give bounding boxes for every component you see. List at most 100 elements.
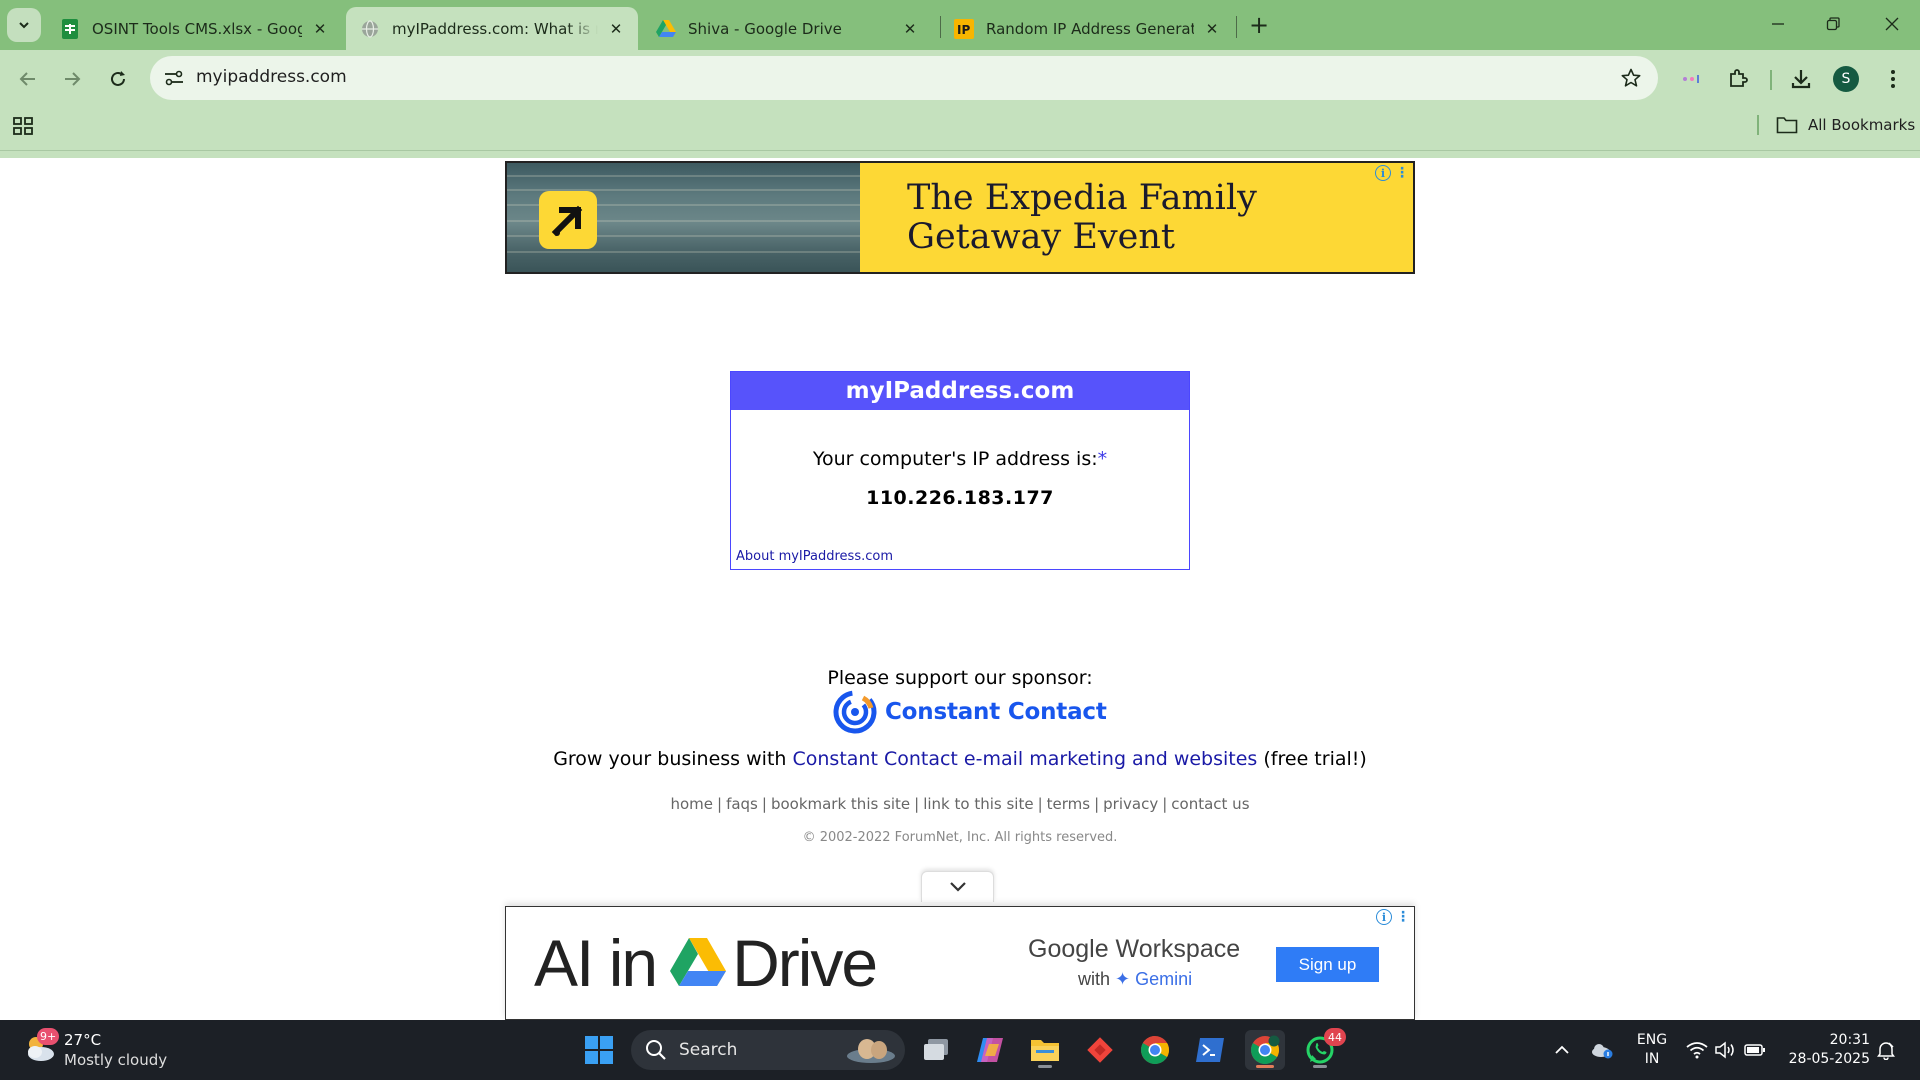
tab-random-ip-generator[interactable]: IP Random IP Address Generator, ✕ (940, 7, 1234, 50)
ad-headline-suffix: Drive (732, 926, 878, 1000)
language-code: ENG (1636, 1032, 1668, 1048)
footer-separator: | (1162, 795, 1168, 813)
file-explorer-app[interactable] (1025, 1030, 1065, 1070)
apps-grid-icon[interactable] (12, 114, 36, 138)
input-language[interactable]: ENG IN (1634, 1031, 1670, 1069)
tab-google-drive[interactable]: Shiva - Google Drive ✕ (642, 7, 932, 50)
footer-link-terms[interactable]: terms (1047, 795, 1090, 813)
footer-link-bookmark[interactable]: bookmark this site (771, 795, 910, 813)
sign-up-button[interactable]: Sign up (1276, 947, 1379, 982)
downloads-icon[interactable] (1786, 64, 1816, 94)
sponsor-label: Please support our sponsor: (827, 667, 1093, 689)
tab-title: myIPaddress.com: What is my IP (392, 19, 598, 38)
footer-link-privacy[interactable]: privacy (1103, 795, 1158, 813)
chrome-profile-app[interactable] (1245, 1030, 1285, 1070)
close-icon[interactable]: ✕ (1202, 19, 1222, 39)
chrome-app[interactable] (1135, 1030, 1175, 1070)
constant-contact-wordmark: Constant Contact (885, 699, 1107, 725)
footer-link-link-to-site[interactable]: link to this site (923, 795, 1033, 813)
ad-choices[interactable]: i ⋮ (1376, 909, 1410, 925)
wifi-icon[interactable] (1685, 1038, 1709, 1062)
back-button[interactable] (13, 64, 43, 94)
system-clock[interactable]: 20:31 28-05-2025 (1782, 1031, 1870, 1069)
google-drive-icon (670, 938, 727, 986)
close-icon[interactable]: ✕ (900, 19, 920, 39)
ip-label: Your computer's IP address is:* (731, 448, 1189, 470)
onedrive-icon[interactable] (1590, 1038, 1614, 1062)
about-link[interactable]: About myIPaddress.com (736, 549, 893, 564)
browser-menu-icon[interactable] (1878, 64, 1908, 94)
anydesk-app[interactable] (1080, 1030, 1120, 1070)
ip-footnote-link[interactable]: * (1098, 448, 1108, 470)
restore-button[interactable] (1813, 8, 1853, 40)
toolbar-separator (1770, 70, 1772, 90)
site-info-icon[interactable] (160, 64, 188, 92)
ip-address-value: 110.226.183.177 (866, 487, 1054, 509)
footer-link-contact[interactable]: contact us (1171, 795, 1249, 813)
task-view-button[interactable] (916, 1030, 956, 1070)
ip-address-box: myIPaddress.com Your computer's IP addre… (730, 371, 1190, 570)
notifications-icon[interactable] (1874, 1038, 1898, 1062)
ad-with-label: with (1078, 969, 1111, 989)
tab-search-button[interactable] (7, 8, 41, 42)
footer-link-home[interactable]: home (670, 795, 713, 813)
chrome-icon (1251, 1035, 1280, 1064)
more-vertical-icon[interactable]: ⋮ (1395, 166, 1409, 180)
whatsapp-app[interactable]: 44 (1300, 1028, 1346, 1070)
tab-title: OSINT Tools CMS.xlsx - Google (92, 19, 302, 38)
constant-contact-link[interactable]: Constant Contact e-mail marketing and we… (792, 748, 1257, 770)
chevron-up-icon[interactable] (1550, 1038, 1574, 1062)
battery-icon[interactable] (1743, 1038, 1767, 1062)
extension-pin-icon[interactable] (1677, 64, 1707, 94)
google-drive-icon (656, 19, 676, 39)
weather-temperature[interactable]: 27°C (64, 1031, 101, 1049)
info-icon[interactable]: i (1375, 165, 1391, 181)
constant-contact-logo[interactable]: Constant Contact (833, 690, 1107, 734)
tab-osint-sheet[interactable]: OSINT Tools CMS.xlsx - Google ✕ (46, 7, 342, 50)
ad-choices[interactable]: i ⋮ (1375, 165, 1409, 181)
volume-icon[interactable] (1713, 1038, 1737, 1062)
close-icon[interactable]: ✕ (310, 19, 330, 39)
info-icon[interactable]: i (1376, 909, 1392, 925)
tab-myipaddress[interactable]: myIPaddress.com: What is my IP ✕ (346, 7, 638, 50)
taskbar-search[interactable]: Search (631, 1030, 905, 1070)
minimize-button[interactable] (1758, 8, 1798, 40)
footer-link-faqs[interactable]: faqs (726, 795, 758, 813)
extensions-puzzle-icon[interactable] (1723, 64, 1753, 94)
forward-button[interactable] (57, 64, 87, 94)
bookmark-star-icon[interactable] (1618, 65, 1644, 91)
folder-icon (1776, 117, 1798, 134)
more-vertical-icon[interactable]: ⋮ (1396, 910, 1410, 924)
address-url[interactable]: myipaddress.com (196, 67, 347, 87)
folder-icon (1031, 1040, 1059, 1061)
arrow-right-icon (65, 72, 81, 86)
address-bar[interactable]: myipaddress.com (150, 56, 1658, 100)
google-workspace-ad[interactable]: AI in Drive Google Workspace with ✦ Gemi… (505, 906, 1415, 1020)
new-tab-button[interactable]: + (1246, 11, 1272, 39)
globe-icon (360, 19, 380, 39)
tab-separator (1236, 16, 1237, 38)
weather-condition[interactable]: Mostly cloudy (64, 1051, 167, 1069)
ad-collapse-button[interactable] (921, 871, 994, 902)
clock-date: 28-05-2025 (1788, 1051, 1870, 1067)
close-icon[interactable]: ✕ (606, 19, 626, 39)
expedia-logo (539, 191, 597, 249)
constant-contact-icon (833, 690, 877, 734)
terminal-app[interactable] (1190, 1030, 1230, 1070)
whatsapp-badge: 44 (1324, 1028, 1346, 1046)
minimize-icon (1772, 23, 1784, 25)
start-button[interactable] (579, 1030, 619, 1070)
task-view-icon (924, 1039, 948, 1060)
close-window-button[interactable] (1872, 8, 1912, 40)
language-region: IN (1644, 1051, 1660, 1067)
google-sheets-icon (60, 18, 80, 39)
all-bookmarks-button[interactable]: All Bookmarks (1776, 113, 1915, 137)
expedia-ad-banner[interactable]: The Expedia Family Getaway Event i ⋮ (505, 161, 1415, 274)
reload-button[interactable] (103, 64, 133, 94)
ad-product-sub: with ✦ Gemini (1078, 969, 1192, 990)
profile-avatar[interactable]: S (1833, 66, 1859, 92)
copilot-app[interactable] (970, 1030, 1010, 1070)
footer-separator: | (761, 795, 767, 813)
chevron-down-icon (19, 22, 29, 29)
footer-separator: | (1037, 795, 1043, 813)
